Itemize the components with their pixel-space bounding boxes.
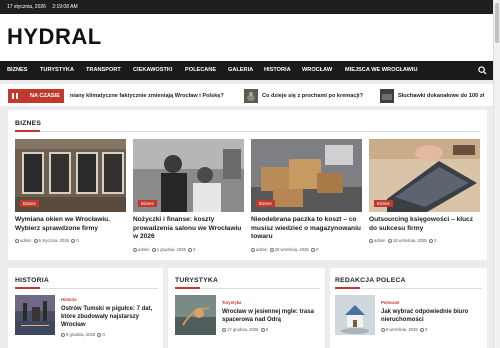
clock-icon bbox=[381, 327, 385, 332]
page-scrollbar[interactable] bbox=[493, 0, 500, 348]
comments[interactable]: 0 bbox=[316, 247, 318, 252]
article-meta: admin 5 stycznia, 2026 0 bbox=[15, 238, 79, 243]
comments[interactable]: 0 bbox=[193, 247, 195, 252]
clock-icon bbox=[151, 247, 156, 252]
clock-icon bbox=[61, 332, 65, 337]
author-icon bbox=[15, 238, 19, 243]
ticker-item[interactable]: niany klimatyczne faktycznie zmieniają W… bbox=[70, 90, 224, 102]
category-link[interactable]: Turystyka bbox=[222, 300, 241, 305]
section-title[interactable]: TURYSTYKA bbox=[175, 277, 218, 284]
current-date: 17 stycznia, 2026 bbox=[7, 4, 46, 10]
section-title[interactable]: REDAKCJA POLECA bbox=[335, 277, 406, 284]
author[interactable]: admin bbox=[374, 238, 385, 243]
turystyka-section: TURYSTYKA Turystyka Wrocław w jesiennej … bbox=[168, 268, 325, 348]
search-icon[interactable] bbox=[478, 66, 487, 75]
section-title[interactable]: HISTORIA bbox=[15, 277, 49, 284]
biznes-section: BIZNES Biznes Wymiana okien we Wrocławiu… bbox=[8, 110, 487, 260]
article-title[interactable]: Wymiana okien we Wrocławiu. Wybierz spra… bbox=[15, 216, 127, 233]
article-image[interactable] bbox=[335, 295, 375, 335]
article-meta: 9 grudnia, 2025 0 bbox=[61, 332, 105, 337]
nav-item-galeria[interactable]: GALERIA bbox=[228, 61, 253, 80]
comment-icon bbox=[260, 327, 265, 332]
article-title[interactable]: Nieodebrana paczka to koszt – co musisz … bbox=[251, 216, 363, 242]
ticker-thumbnail[interactable] bbox=[380, 89, 394, 103]
site-logo[interactable]: HYDRAL bbox=[7, 24, 102, 50]
site-header: HYDRAL bbox=[0, 14, 493, 61]
comments[interactable]: 0 bbox=[425, 327, 427, 332]
comments[interactable]: 0 bbox=[102, 332, 104, 337]
clock-icon bbox=[33, 238, 38, 243]
nav-item-transport[interactable]: TRANSPORT bbox=[86, 61, 121, 80]
news-ticker: NA CZASIE niany klimatyczne faktycznie z… bbox=[0, 84, 493, 106]
article-title[interactable]: Nożyczki i finanse: koszty prowadzenia s… bbox=[133, 216, 245, 242]
pause-icon[interactable] bbox=[8, 89, 22, 103]
divider-accent bbox=[15, 130, 40, 132]
redakcja-poleca-section: REDAKCJA POLECA Polecane Jak wybrać odpo… bbox=[330, 268, 487, 348]
nav-item-wroclaw[interactable]: WROCŁAW bbox=[302, 61, 332, 80]
author-icon bbox=[369, 238, 373, 243]
section-title[interactable]: BIZNES bbox=[15, 120, 41, 127]
article-meta: admin 18 września, 2025 0 bbox=[369, 238, 436, 243]
divider-accent bbox=[335, 287, 360, 289]
article-meta: admin 28 września, 2025 0 bbox=[251, 247, 318, 252]
ticker-label: NA CZASIE bbox=[22, 89, 64, 103]
comment-icon bbox=[97, 332, 102, 337]
divider-accent bbox=[15, 287, 40, 289]
scrollbar-thumb[interactable] bbox=[495, 3, 499, 43]
clock-icon bbox=[222, 327, 226, 332]
comment-icon bbox=[420, 327, 424, 332]
nav-item-miejsca[interactable]: MIEJSCA WE WROCŁAWIU bbox=[345, 61, 418, 80]
divider-accent bbox=[175, 287, 200, 289]
date: 17 grudnia, 2025 bbox=[227, 327, 259, 332]
author[interactable]: admin bbox=[20, 238, 31, 243]
ticker-item[interactable]: Co dzieje się z prochami po kremacji? bbox=[262, 90, 363, 102]
ticker-item[interactable]: Słuchawki dokanałowe do 100 zł bbox=[398, 90, 484, 102]
category-badge[interactable]: Biznes bbox=[138, 200, 157, 207]
date: 9 września, 2025 bbox=[386, 327, 418, 332]
divider bbox=[15, 131, 480, 132]
article-meta: 17 grudnia, 2025 0 bbox=[222, 327, 268, 332]
category-badge[interactable]: Biznes bbox=[256, 200, 275, 207]
author[interactable]: admin bbox=[138, 247, 149, 252]
top-bar: 17 stycznia, 2026 2:19:08 AM bbox=[0, 0, 493, 14]
comment-icon bbox=[429, 238, 434, 243]
comment-icon bbox=[311, 247, 316, 252]
date: 18 września, 2025 bbox=[392, 238, 427, 243]
category-link[interactable]: Polecane bbox=[381, 300, 399, 305]
comment-icon bbox=[71, 238, 76, 243]
article-meta: 9 września, 2025 0 bbox=[381, 327, 427, 332]
nav-item-historia[interactable]: HISTORIA bbox=[264, 61, 291, 80]
comments[interactable]: 0 bbox=[434, 238, 436, 243]
nav-item-ciekawostki[interactable]: CIEKAWOSTKI bbox=[133, 61, 172, 80]
date: 5 stycznia, 2026 bbox=[38, 238, 69, 243]
comments[interactable]: 0 bbox=[76, 238, 78, 243]
article-title[interactable]: Jak wybrać odpowiednie biuro nieruchomoś… bbox=[381, 308, 481, 324]
article-title[interactable]: Outsourcing księgowości – klucz do sukce… bbox=[369, 216, 481, 233]
article-title[interactable]: Ostrów Tumski w pigułce: 7 dat, które zb… bbox=[61, 305, 159, 329]
author-icon bbox=[133, 247, 137, 252]
article-image[interactable] bbox=[15, 295, 55, 335]
nav-item-polecane[interactable]: POLECANE bbox=[185, 61, 216, 80]
nav-item-biznes[interactable]: BIZNES bbox=[7, 61, 28, 80]
main-nav: BIZNES TURYSTYKA TRANSPORT CIEKAWOSTKI P… bbox=[0, 61, 493, 80]
date: 9 grudnia, 2025 bbox=[66, 332, 96, 337]
author[interactable]: admin bbox=[256, 247, 267, 252]
clock-icon bbox=[387, 238, 392, 243]
date: 1 grudnia, 2025 bbox=[156, 247, 186, 252]
author-icon bbox=[251, 247, 255, 252]
article-title[interactable]: Wrocław w jesiennej mgle: trasa spacerow… bbox=[222, 308, 320, 324]
article-meta: admin 1 grudnia, 2025 0 bbox=[133, 247, 196, 252]
clock-icon bbox=[269, 247, 274, 252]
category-badge[interactable]: Biznes bbox=[374, 200, 393, 207]
historia-section: HISTORIA Historia Ostrów Tumski w pigułc… bbox=[8, 268, 163, 348]
ticker-thumbnail[interactable] bbox=[244, 89, 258, 103]
category-badge[interactable]: Biznes bbox=[20, 200, 39, 207]
comment-icon bbox=[188, 247, 193, 252]
nav-item-turystyka[interactable]: TURYSTYKA bbox=[40, 61, 74, 80]
category-link[interactable]: Historia bbox=[61, 297, 77, 302]
current-time: 2:19:08 AM bbox=[52, 4, 78, 10]
date: 28 września, 2025 bbox=[274, 247, 309, 252]
comments[interactable]: 0 bbox=[266, 327, 268, 332]
article-image[interactable] bbox=[175, 295, 216, 335]
